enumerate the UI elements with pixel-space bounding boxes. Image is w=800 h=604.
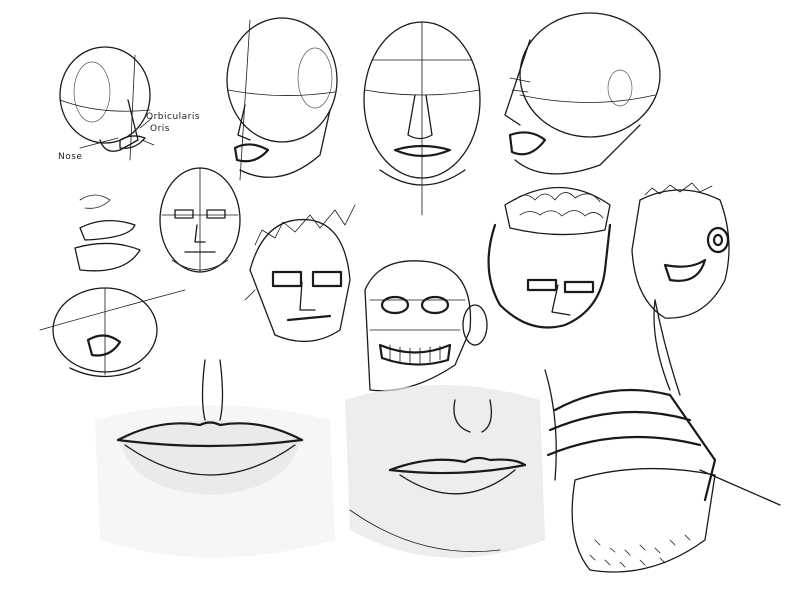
sketch-head-loomis-small [39,287,186,378]
sketch-head-construction-1 [59,46,155,161]
sketch-lips-small [74,194,141,272]
annotation-nose: Nose [58,152,83,162]
sketch-lips-large-2 [345,385,545,558]
sketch-head-profile [504,12,661,175]
sketch-lips-large-1 [95,359,335,558]
sketch-head-three-quarter [226,17,338,181]
sketch-head-grinning [364,260,488,392]
sketch-sheet [39,12,781,573]
sketch-head-right-profile [631,182,730,391]
annotation-muscle-line1: Orbicularis [146,112,201,122]
sketch-head-exposed-brain [487,186,612,329]
annotation-muscle-line2: Oris [150,124,170,134]
sketch-head-front-1 [363,21,481,216]
sketch-head-front-2 [159,167,241,273]
sketch-helmet-figure [544,299,781,573]
sketch-head-spiky-hair [244,204,356,343]
sketch-canvas: Orbicularis Oris Nose [0,0,800,600]
